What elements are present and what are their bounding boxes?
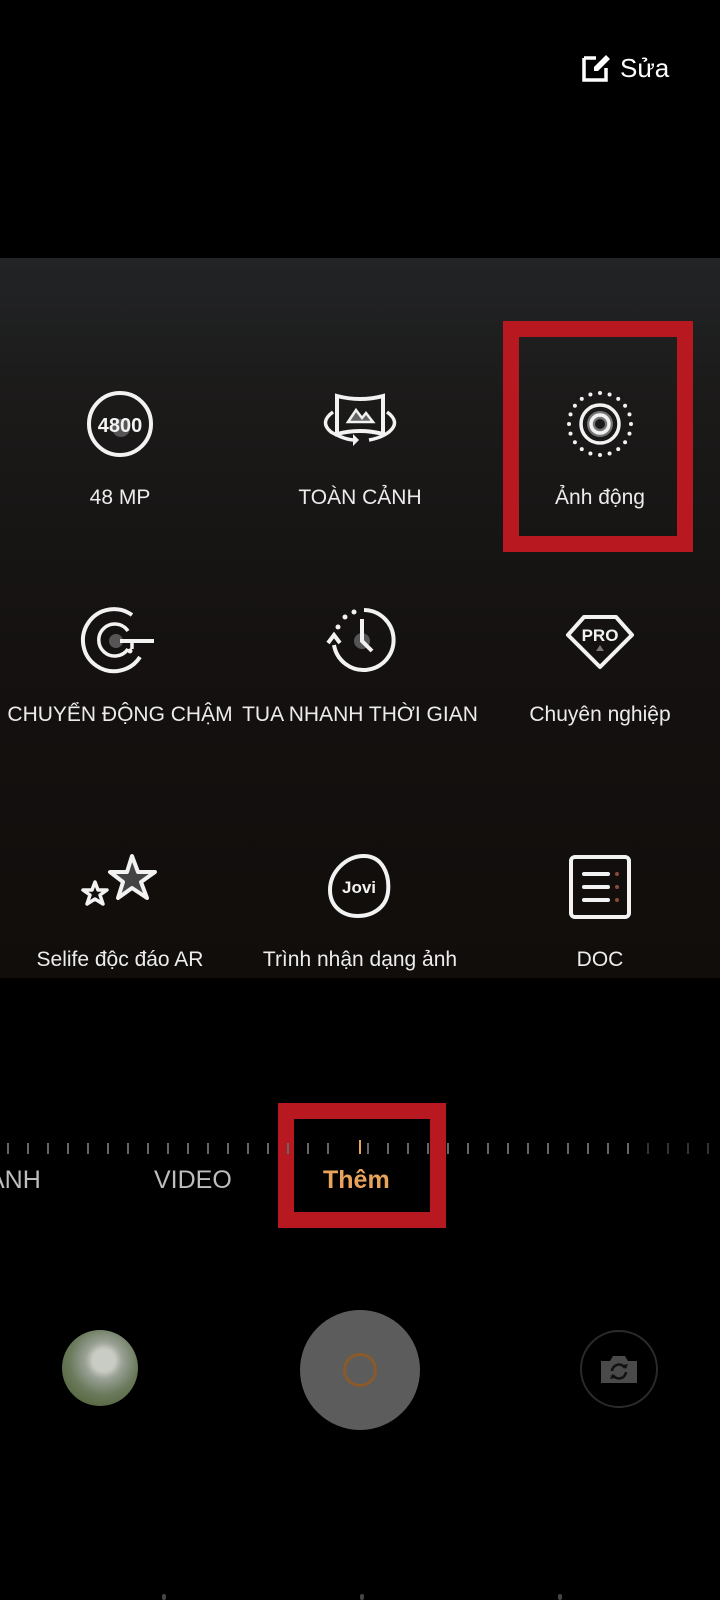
switch-camera-button[interactable] — [580, 1330, 658, 1408]
shutter-ring-icon — [343, 1353, 377, 1387]
switch-camera-icon — [601, 1356, 637, 1383]
live-photo-dot — [598, 453, 602, 457]
mode-doc[interactable]: DOC — [480, 850, 720, 974]
live-photo-dot — [616, 396, 621, 401]
live-photo-dot — [572, 440, 577, 445]
live-photo-dot — [623, 403, 628, 408]
mode-label: Chuyên nghiệp — [529, 703, 671, 726]
live-photo-dot — [579, 447, 584, 452]
mode-time-lapse[interactable]: TUA NHANH THỜI GIAN — [240, 605, 480, 729]
nav-indicator — [558, 1594, 562, 1600]
time-lapse-icon — [326, 608, 396, 672]
tab-video[interactable]: VIDEO — [154, 1166, 232, 1195]
48mp-icon: 4800 — [87, 391, 153, 457]
pro-icon: PRO — [566, 615, 634, 669]
live-photo-dot — [598, 391, 602, 395]
live-photo-dot — [629, 422, 633, 426]
mode-label: TUA NHANH THỜI GIAN — [242, 703, 478, 726]
nav-indicator — [162, 1594, 166, 1600]
shutter-button[interactable] — [300, 1310, 420, 1430]
jovi-icon: Jovi — [327, 853, 391, 919]
jovi-icon-text: Jovi — [342, 878, 376, 897]
live-photo-dot — [607, 392, 612, 397]
tab-more[interactable]: Thêm — [323, 1166, 390, 1195]
panorama-icon — [323, 393, 397, 446]
edit-icon — [582, 55, 610, 82]
live-photo-dot — [607, 451, 612, 456]
live-photo-dot — [567, 422, 571, 426]
live-photo-dot — [568, 431, 573, 436]
nav-indicator — [360, 1594, 364, 1600]
live-photo-dot — [623, 440, 628, 445]
slow-motion-icon — [80, 607, 154, 674]
live-photo-dot — [627, 431, 632, 436]
live-photo-dot — [627, 412, 632, 417]
ar-stickers-icon — [81, 854, 157, 906]
edit-button[interactable]: Sửa — [580, 52, 669, 84]
mode-slow-motion[interactable]: CHUYỂN ĐỘNG CHẬM — [0, 605, 240, 729]
live-photo-dot — [572, 403, 577, 408]
live-photo-dot — [588, 451, 593, 456]
mode-pro[interactable]: PRO Chuyên nghiệp — [480, 605, 720, 729]
mode-ar-selfie[interactable]: Selife độc đáo AR — [0, 850, 240, 974]
mode-image-recognition[interactable]: Jovi Trình nhận dạng ảnh — [240, 850, 480, 974]
live-photo-dot — [616, 447, 621, 452]
live-photo-icon — [567, 391, 633, 457]
mode-48mp[interactable]: 4800 48 MP — [0, 388, 240, 512]
mode-panorama[interactable]: TOÀN CẢNH — [240, 388, 480, 512]
48mp-icon-text: 4800 — [98, 415, 143, 437]
mode-label: Selife độc đáo AR — [36, 948, 204, 971]
mode-label: DOC — [576, 948, 624, 971]
mode-live-photo[interactable]: Ảnh động — [480, 388, 720, 512]
live-photo-dot — [568, 412, 573, 417]
live-photo-dot — [579, 396, 584, 401]
mode-label: CHUYỂN ĐỘNG CHẬM — [7, 703, 233, 726]
edit-label: Sửa — [620, 52, 670, 83]
gallery-thumbnail[interactable] — [62, 1330, 138, 1406]
mode-label: 48 MP — [89, 486, 151, 509]
mode-label: Ảnh động — [555, 486, 645, 509]
tab-photo[interactable]: ẢNH — [0, 1166, 41, 1195]
document-icon — [569, 855, 631, 919]
pro-icon-text: PRO — [582, 626, 619, 645]
mode-ruler[interactable] — [0, 1140, 720, 1154]
live-photo-dot — [588, 392, 593, 397]
mode-label: TOÀN CẢNH — [298, 486, 422, 509]
mode-label: Trình nhận dạng ảnh — [262, 948, 458, 971]
